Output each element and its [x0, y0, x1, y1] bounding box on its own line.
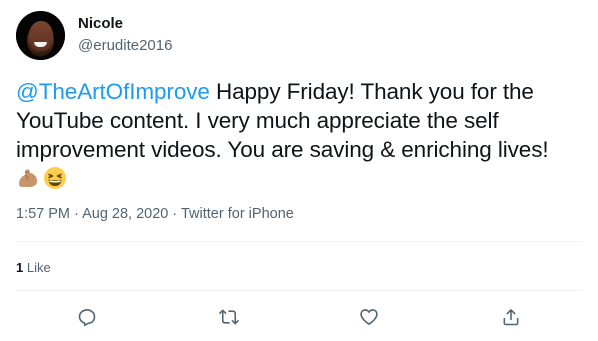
divider: [16, 290, 582, 291]
author-name[interactable]: Nicole: [78, 15, 123, 32]
divider: [16, 241, 582, 242]
reply-icon: [78, 309, 96, 327]
likes-count[interactable]: 1 Like: [16, 260, 51, 275]
share-icon: [503, 309, 519, 326]
tweet-time[interactable]: 1:57 PM: [16, 206, 70, 222]
reply-button[interactable]: [76, 306, 98, 328]
tweet-client[interactable]: Twitter for iPhone: [181, 206, 294, 222]
meta-separator: ·: [70, 206, 83, 222]
flexed-biceps-icon: [16, 166, 40, 190]
author-handle[interactable]: @erudite2016: [78, 37, 172, 54]
mention-link[interactable]: @TheArtOfImprove: [16, 79, 210, 104]
tweet-date[interactable]: Aug 28, 2020: [82, 206, 168, 222]
retweet-button[interactable]: [218, 306, 240, 328]
like-button[interactable]: [358, 306, 380, 328]
like-icon: [360, 309, 378, 325]
tweet-meta: 1:57 PM · Aug 28, 2020 · Twitter for iPh…: [16, 206, 294, 222]
tweet-text: @TheArtOfImprove Happy Friday! Thank you…: [16, 77, 586, 193]
avatar[interactable]: [16, 11, 65, 60]
retweet-icon: [219, 309, 239, 325]
tweet-card: Nicole @erudite2016 @TheArtOfImprove Hap…: [0, 0, 598, 341]
share-button[interactable]: [500, 306, 522, 328]
grinning-squinting-face-icon: [43, 166, 67, 190]
meta-separator: ·: [168, 206, 181, 222]
like-count-value: 1: [16, 260, 24, 275]
like-count-label: Like: [26, 260, 51, 275]
